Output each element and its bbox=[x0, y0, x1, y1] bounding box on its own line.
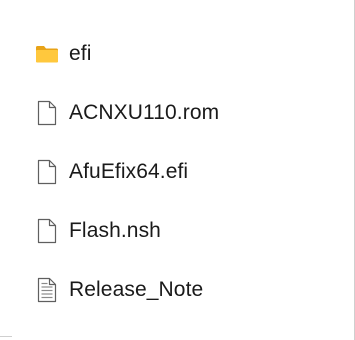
item-label: Release_Note bbox=[69, 277, 204, 301]
item-label: Flash.nsh bbox=[69, 218, 161, 242]
item-label: efi bbox=[69, 41, 92, 65]
list-item-flash-nsh[interactable]: Flash.nsh bbox=[0, 201, 350, 260]
list-item-afuefix64-efi[interactable]: AfuEfix64.efi bbox=[0, 142, 350, 201]
list-item-acnxu110-rom[interactable]: ACNXU110.rom bbox=[0, 83, 350, 142]
file-explorer-pane: efi ACNXU110.rom AfuEfix64.efi Flash.nsh… bbox=[0, 0, 355, 340]
file-icon bbox=[34, 158, 60, 186]
divider bbox=[0, 336, 12, 337]
text-file-icon bbox=[34, 276, 60, 304]
file-icon bbox=[34, 217, 60, 245]
item-label: AfuEfix64.efi bbox=[69, 159, 189, 183]
folder-icon bbox=[34, 40, 60, 68]
list-item-efi-folder[interactable]: efi bbox=[0, 24, 350, 83]
item-label: ACNXU110.rom bbox=[69, 100, 220, 124]
file-icon bbox=[34, 99, 60, 127]
file-list: efi ACNXU110.rom AfuEfix64.efi Flash.nsh… bbox=[0, 24, 350, 319]
list-item-release-note[interactable]: Release_Note bbox=[0, 260, 350, 319]
